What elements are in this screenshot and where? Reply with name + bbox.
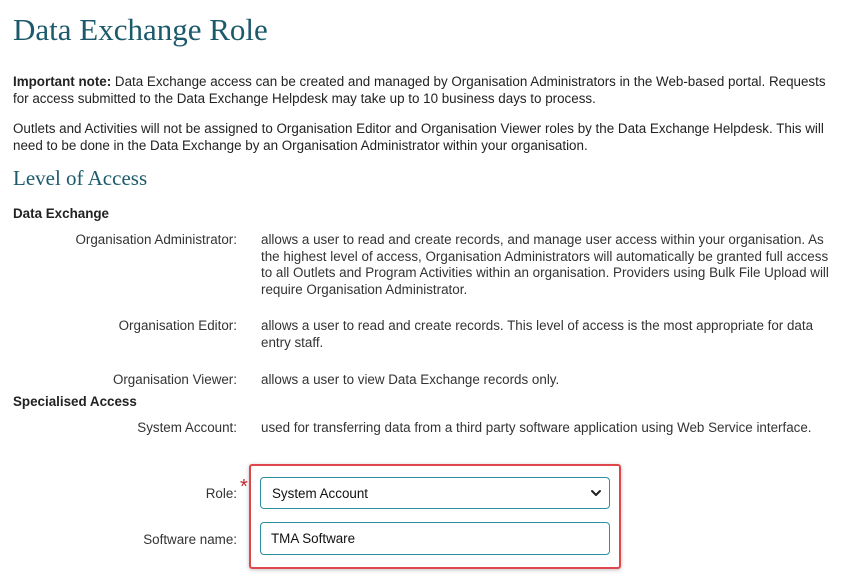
role-label: System Account: <box>137 420 237 435</box>
important-note-text: Data Exchange access can be created and … <box>13 74 826 106</box>
important-note: Important note: Data Exchange access can… <box>13 73 833 107</box>
role-label: Organisation Editor: <box>118 318 237 333</box>
chevron-down-icon <box>591 490 601 496</box>
specialised-access-heading: Specialised Access <box>13 394 137 409</box>
role-description: allows a user to view Data Exchange reco… <box>261 372 560 387</box>
role-description: allows a user to read and create records… <box>261 318 814 350</box>
page-title: Data Exchange Role <box>13 12 268 47</box>
role-description: used for transferring data from a third … <box>261 420 812 435</box>
software-name-label: Software name: <box>143 532 237 547</box>
required-marker: * <box>240 476 248 498</box>
outlets-note: Outlets and Activities will not be assig… <box>13 121 824 153</box>
level-of-access-title: Level of Access <box>13 166 148 190</box>
data-exchange-heading: Data Exchange <box>13 206 110 221</box>
important-note-label: Important note: <box>13 74 112 89</box>
role-select-value: System Account <box>272 486 369 501</box>
role-label: Organisation Administrator: <box>75 232 237 247</box>
role-description: allows a user to read and create records… <box>261 232 829 297</box>
software-name-input[interactable] <box>260 522 610 555</box>
role-select[interactable]: System Account <box>260 477 610 509</box>
role-field-label: Role: <box>205 486 237 501</box>
role-label: Organisation Viewer: <box>112 372 237 387</box>
